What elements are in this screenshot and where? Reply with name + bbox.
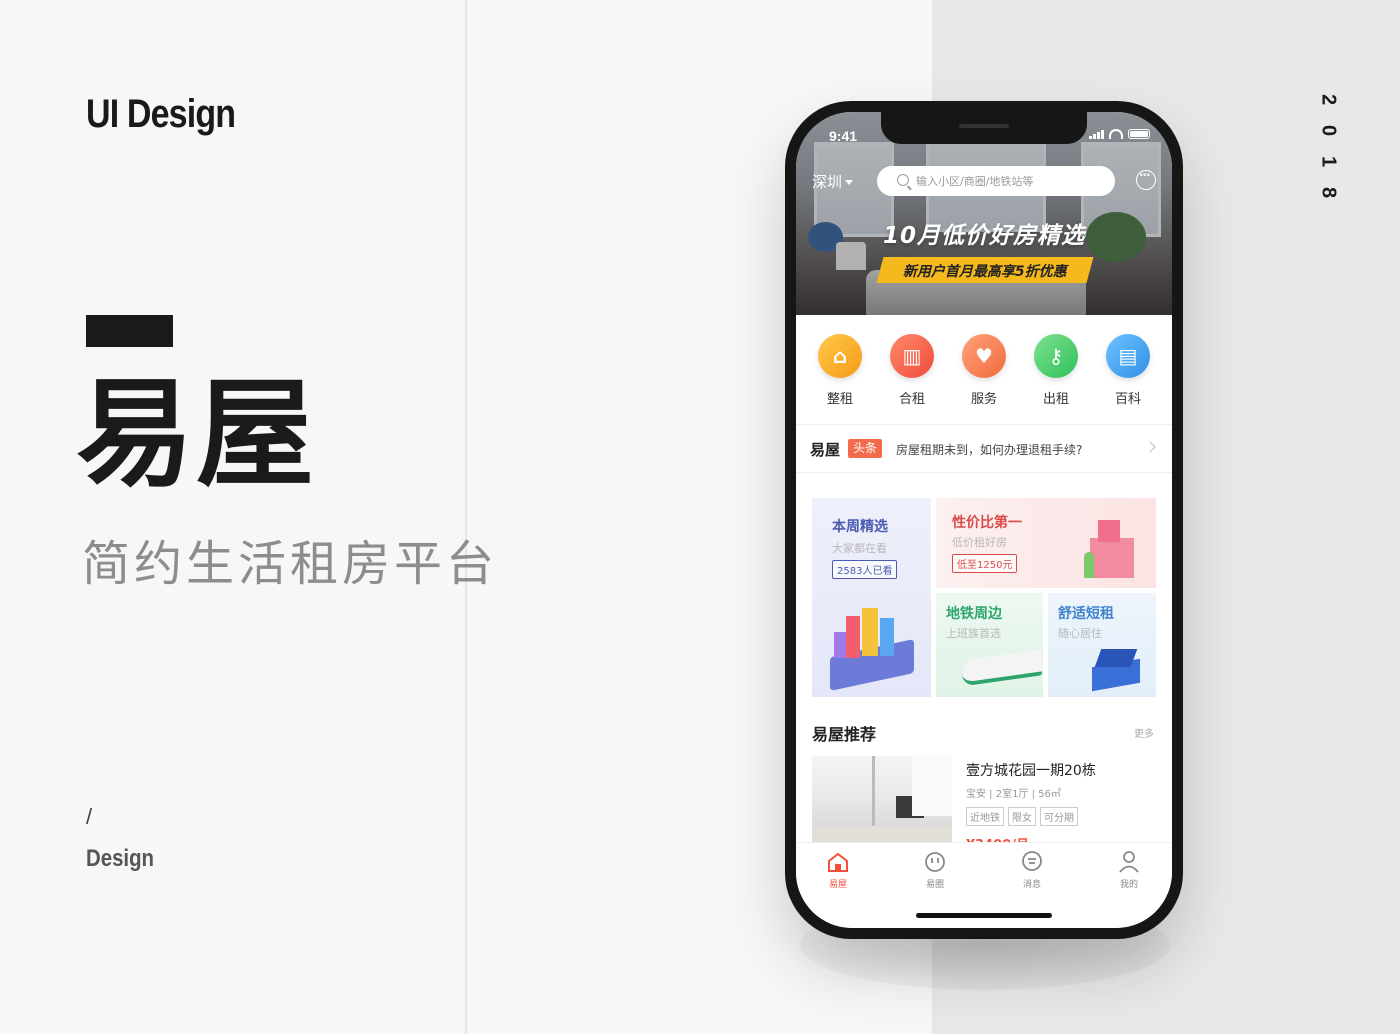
feature-pill: 低至1250元: [952, 554, 1018, 573]
feature-title: 地铁周边: [946, 606, 1002, 622]
tab-home[interactable]: 易屋: [808, 851, 868, 890]
user-icon: [1117, 851, 1141, 873]
banner-subline: 新用户首月最高享5折优惠: [902, 264, 1067, 280]
feature-subtitle: 大家都在看: [832, 542, 887, 555]
status-icons: [1089, 129, 1150, 139]
banner-headline: 10月低价好房精选: [882, 223, 1085, 249]
key-icon: ⚷: [1034, 334, 1078, 378]
listing-tags: 近地铁 限女 可分期: [966, 807, 1078, 826]
feature-metro-nearby[interactable]: 地铁周边 上班族首选: [936, 593, 1043, 697]
category-wiki[interactable]: ▤ 百科: [1098, 334, 1158, 414]
left-panel: [0, 0, 467, 1034]
feature-best-value[interactable]: 性价比第一 低价租好房 低至1250元: [936, 498, 1156, 588]
pink-house-illustration: [1084, 512, 1140, 578]
listing-tag: 近地铁: [966, 807, 1004, 826]
news-text: 房屋租期未到，如何办理退租手续?: [896, 443, 1083, 457]
battery-icon: [1128, 129, 1150, 139]
category-label: 合租: [898, 392, 925, 407]
feature-short-rent[interactable]: 舒适短租 随心居住: [1048, 593, 1156, 697]
circle-icon: [923, 851, 947, 873]
top-bar: 深圳 输入小区/商圈/地铁站等: [796, 164, 1172, 198]
banner-subline-tag: 新用户首月最高享5折优惠: [876, 257, 1094, 283]
chat-icon: [1020, 851, 1044, 873]
category-let-out[interactable]: ⚷ 出租: [1026, 334, 1086, 414]
year-digit: 8: [1317, 186, 1340, 199]
status-bar: 9:41: [796, 112, 1172, 156]
divider: [796, 472, 1172, 473]
message-icon[interactable]: [1136, 168, 1156, 190]
tab-label: 易圈: [925, 880, 944, 890]
year-vertical: 2 0 1 8: [1316, 84, 1340, 208]
category-label: 百科: [1114, 392, 1141, 407]
category-label: 出租: [1042, 392, 1069, 407]
book-icon: ▤: [1106, 334, 1150, 378]
headline-news[interactable]: 易屋 头条 房屋租期未到，如何办理退租手续?: [796, 425, 1172, 472]
tab-bar: 易屋 易圈 消息 我的: [796, 842, 1172, 928]
phone-mockup: 9:41 深圳 输入小区/商圈/地铁站等 10月低价好房精选 新用户首月最高享5…: [785, 101, 1183, 939]
listing-meta: 宝安 | 2室1厅 | 56㎡: [966, 789, 1061, 800]
category-service[interactable]: ♥ 服务: [954, 334, 1014, 414]
city-label: 深圳: [812, 173, 843, 191]
recommend-more-link[interactable]: 更多: [1134, 725, 1154, 740]
tab-circle[interactable]: 易圈: [905, 851, 965, 890]
signal-icon: [1089, 129, 1104, 139]
listing-name[interactable]: 壹方城花园一期20栋: [966, 760, 1096, 780]
wifi-icon: [1109, 129, 1123, 139]
feature-weekly-pick[interactable]: 本周精选 大家都在看 2583人已看: [812, 498, 931, 697]
city-selector[interactable]: 深圳: [812, 171, 854, 192]
title-chinese: 易屋: [76, 365, 317, 503]
caret-down-icon: [845, 180, 854, 185]
category-label: 服务: [970, 392, 997, 407]
search-icon: [897, 174, 909, 186]
title-english: UI Design: [86, 92, 236, 136]
search-placeholder: 输入小区/商圈/地铁站等: [916, 175, 1034, 188]
feature-subtitle: 随心居住: [1058, 627, 1102, 640]
city-blocks-illustration: [828, 608, 916, 691]
building-icon: ▥: [890, 334, 934, 378]
category-label: 整租: [826, 392, 853, 407]
year-digit: 1: [1317, 155, 1340, 168]
feature-title: 舒适短租: [1058, 606, 1114, 622]
design-label: Design: [86, 845, 155, 872]
tab-label: 消息: [1022, 880, 1041, 890]
tab-label: 我的: [1119, 880, 1138, 890]
year-digit: 0: [1317, 124, 1340, 137]
decorative-bar: [86, 315, 173, 347]
listing-photo[interactable]: [812, 756, 952, 851]
phone-screen: 9:41 深圳 输入小区/商圈/地铁站等 10月低价好房精选 新用户首月最高享5…: [796, 112, 1172, 928]
train-illustration: [962, 649, 1042, 687]
category-whole-rent[interactable]: ⌂ 整租: [810, 334, 870, 414]
status-time: 9:41: [829, 128, 858, 144]
chevron-right-icon: [1144, 441, 1156, 453]
category-shared-rent[interactable]: ▥ 合租: [882, 334, 942, 414]
home-icon: [826, 851, 850, 873]
home-icon: ⌂: [818, 334, 862, 378]
feature-subtitle: 低价租好房: [952, 536, 1007, 549]
recommend-title: 易屋推荐: [812, 725, 877, 744]
listing-tag: 限女: [1008, 807, 1036, 826]
category-row: ⌂ 整租 ▥ 合租 ♥ 服务 ⚷ 出租 ▤ 百科: [796, 334, 1172, 414]
feature-subtitle: 上班族首选: [946, 627, 1001, 640]
tab-messages[interactable]: 消息: [1002, 851, 1062, 890]
tab-profile[interactable]: 我的: [1099, 851, 1159, 890]
news-logo: 易屋: [810, 441, 841, 459]
blue-house-illustration: [1088, 649, 1144, 692]
news-tag: 头条: [848, 439, 883, 458]
tab-label: 易屋: [828, 880, 847, 890]
feature-title: 本周精选: [832, 519, 888, 535]
listing-tag: 可分期: [1040, 807, 1078, 826]
home-indicator[interactable]: [916, 913, 1052, 918]
subtitle-chinese: 简约生活租房平台: [82, 536, 499, 592]
slash-mark: /: [86, 804, 93, 829]
search-input[interactable]: 输入小区/商圈/地铁站等: [877, 166, 1115, 196]
feature-title: 性价比第一: [952, 515, 1022, 531]
heart-icon: ♥: [962, 334, 1006, 378]
feature-pill: 2583人已看: [832, 560, 898, 579]
year-digit: 2: [1317, 93, 1340, 106]
